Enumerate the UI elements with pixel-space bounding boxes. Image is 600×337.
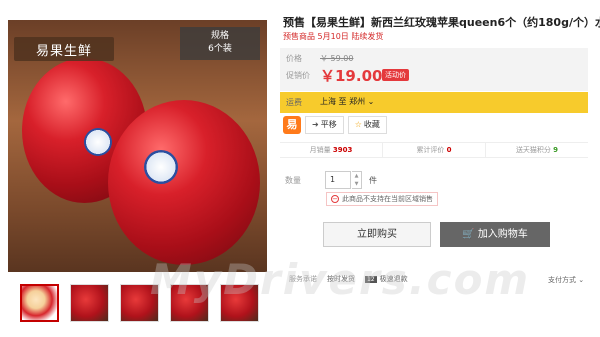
region-warning-text: 此商品不支持在当前区域销售 — [342, 195, 433, 203]
original-price: ￥ 59.00 — [320, 54, 354, 63]
quantity-input[interactable]: 1 — [325, 171, 351, 189]
original-price-label: 价格 — [286, 54, 302, 63]
spec-label: 规格 — [210, 31, 229, 41]
apple-sticker-left — [84, 128, 112, 156]
store-logo-icon[interactable]: 易 — [283, 116, 301, 134]
quantity-unit: 件 — [369, 176, 377, 185]
points-value: 9 — [553, 146, 559, 154]
quantity-stepper[interactable]: ▲ ▼ — [352, 171, 362, 189]
reviews-label: 累计评价 — [416, 146, 445, 154]
shipping-bar: 运费 上海 至 郑州 ⌄ — [280, 92, 588, 113]
monthly-sales-label: 月销量 — [309, 146, 331, 154]
chevron-down-icon[interactable]: ▼ — [352, 180, 361, 188]
compare-button[interactable]: ➜ 平移 — [305, 116, 344, 134]
main-product-image[interactable]: 易果生鲜 规格 6个装 🔍 — [8, 20, 267, 272]
region-warning: − 此商品不支持在当前区域销售 — [326, 192, 438, 206]
quantity-label: 数量 — [285, 176, 301, 185]
favorite-label: 收藏 — [363, 120, 380, 129]
payment-methods-link[interactable]: 支付方式 ⌄ — [548, 275, 584, 285]
activity-price-badge: 活动价 — [382, 69, 409, 81]
service-label: 服务承诺 — [289, 275, 317, 283]
promo-price-label: 促销价 — [286, 71, 310, 80]
chevron-up-icon[interactable]: ▲ — [352, 172, 361, 180]
points-label: 送天猫积分 — [515, 146, 551, 154]
product-title: 预售【易果生鲜】新西兰红玫瑰苹果queen6个（约180g/个）水果 — [283, 16, 600, 29]
points-stat: 送天猫积分 9 — [486, 143, 588, 157]
monthly-sales-value: 3903 — [332, 146, 353, 154]
thumbnail-5[interactable] — [220, 284, 259, 322]
promo-price: ￥19.00 — [320, 67, 383, 85]
fast-refund-label: 极速退款 — [379, 275, 408, 283]
add-to-cart-button[interactable]: 🛒 加入购物车 — [440, 222, 550, 247]
apple-image-right — [108, 100, 260, 265]
thumbnail-2[interactable] — [70, 284, 109, 322]
thumbnail-1[interactable] — [20, 284, 59, 322]
apple-sticker-right — [144, 150, 178, 184]
minus-circle-icon: − — [331, 195, 339, 203]
monthly-sales-stat: 月销量 3903 — [280, 143, 383, 157]
thumbnail-3[interactable] — [120, 284, 159, 322]
spec-value: 6个装 — [208, 44, 232, 54]
arrow-right-icon: ➜ — [312, 120, 319, 129]
service-on-time-shipping[interactable]: 按时发货 — [327, 274, 355, 284]
product-actions: 易 ➜ 平移 ☆ 收藏 — [283, 116, 387, 134]
shipping-destination-select[interactable]: 上海 至 郑州 ⌄ — [320, 96, 374, 107]
service-fast-refund[interactable]: 12 极速退款 — [365, 274, 408, 284]
compare-label: 平移 — [320, 120, 337, 129]
reviews-stat[interactable]: 累计评价 0 — [383, 143, 486, 157]
thumbnail-strip — [20, 284, 259, 322]
sales-stats: 月销量 3903 累计评价 0 送天猫积分 9 — [280, 142, 588, 158]
shipping-label: 运费 — [286, 98, 302, 107]
thumbnail-4[interactable] — [170, 284, 209, 322]
cart-icon: 🛒 — [462, 229, 475, 240]
favorite-button[interactable]: ☆ 收藏 — [347, 116, 387, 134]
service-promises: 服务承诺 按时发货 12 极速退款 — [289, 274, 408, 284]
star-icon: ☆ — [354, 120, 362, 129]
reviews-value: 0 — [446, 146, 452, 154]
spec-badge: 规格 6个装 — [180, 27, 260, 60]
presale-notice: 预售商品 5月10日 陆续发货 — [283, 32, 384, 41]
add-to-cart-label: 加入购物车 — [477, 229, 528, 240]
price-panel: 价格 ￥ 59.00 促销价 ￥19.00 活动价 — [280, 48, 588, 91]
buy-now-button[interactable]: 立即购买 — [323, 222, 431, 247]
fast-refund-icon: 12 — [365, 276, 377, 283]
brand-logo: 易果生鲜 — [14, 37, 114, 61]
